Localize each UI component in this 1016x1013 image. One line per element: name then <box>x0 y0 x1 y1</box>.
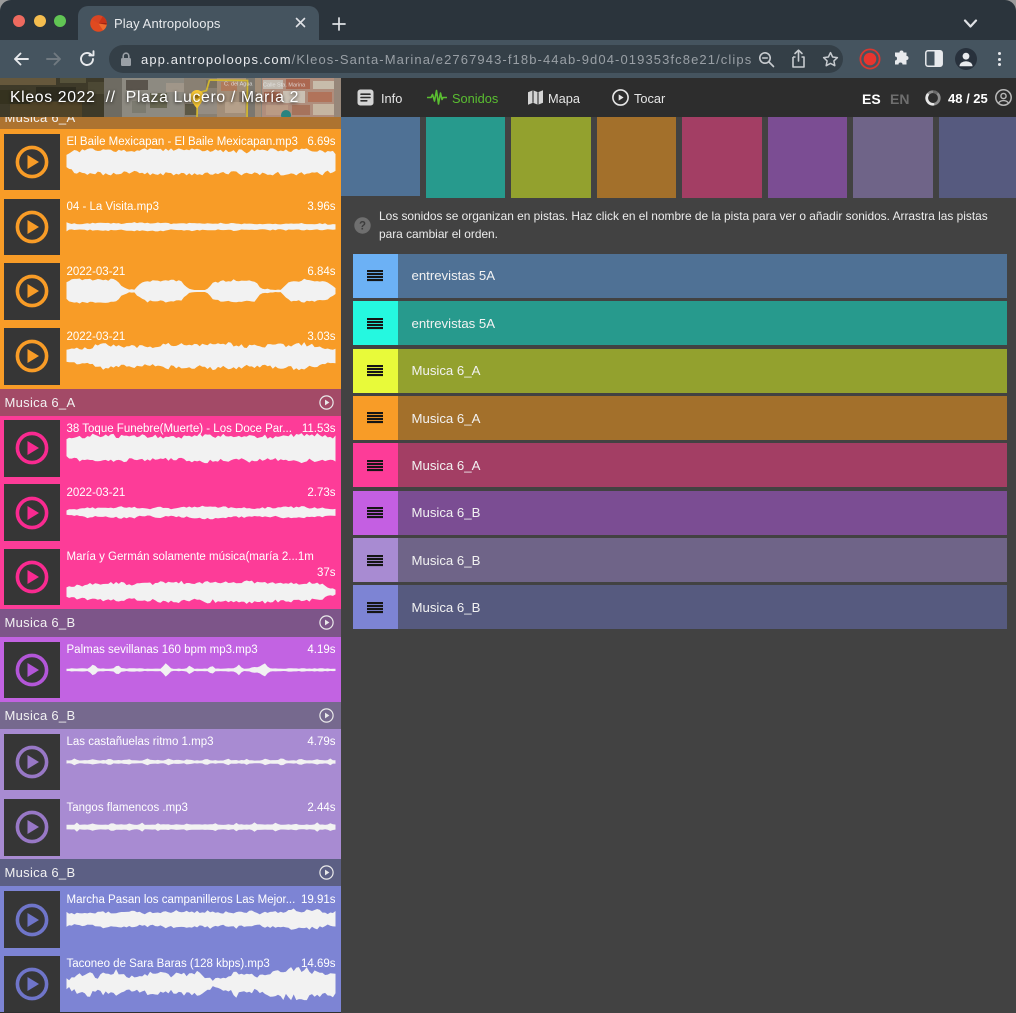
svg-text:?: ? <box>359 221 366 233</box>
